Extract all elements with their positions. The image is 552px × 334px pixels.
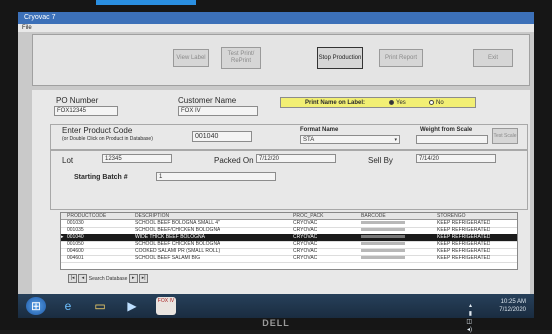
print-name-yes[interactable]: Yes bbox=[389, 100, 406, 106]
menu-bar: File bbox=[18, 24, 534, 32]
grid-header: PRODUCTCODE DESCRIPTION PROC_PACK BARCOD… bbox=[61, 213, 517, 220]
print-name-panel: Print Name on Label: Yes No bbox=[280, 97, 476, 108]
product-code-label: Enter Product Code bbox=[62, 126, 133, 135]
chevron-down-icon[interactable]: ▾ bbox=[394, 136, 397, 143]
clock-date: 7/12/2020 bbox=[499, 307, 526, 313]
stop-production-button[interactable]: Stop Production bbox=[317, 47, 363, 69]
media-player-icon[interactable]: ▶ bbox=[122, 297, 142, 315]
product-code-field[interactable]: 001040 bbox=[192, 131, 252, 142]
cell-description: SCHOOL BEEF SALAMI BIG bbox=[135, 255, 201, 261]
cell-barcode-blurred bbox=[361, 234, 405, 241]
product-code-hint: (or Double Click on Product in Database) bbox=[62, 136, 153, 142]
last-record-icon[interactable]: ▸| bbox=[139, 274, 149, 283]
print-name-label: Print Name on Label: bbox=[305, 100, 366, 106]
details-section bbox=[50, 150, 528, 210]
start-button-icon[interactable]: ⊞ bbox=[26, 297, 46, 315]
cell-product-code: 001035 bbox=[67, 227, 84, 233]
windows-taskbar: ⊞ e ▭ ▶ FOX IV ▴ ▮ ◫ ◂) 10:25 AM 7/12/20… bbox=[18, 294, 534, 333]
col-storengo[interactable]: STORENGO bbox=[437, 213, 466, 219]
system-tray[interactable]: ▴ ▮ ◫ ◂) 10:25 AM 7/12/2020 bbox=[466, 298, 526, 333]
cell-barcode-blurred bbox=[361, 241, 405, 248]
cell-product-code: 004600 bbox=[67, 248, 84, 254]
cell-storengo: KEEP REFRIGERATED bbox=[437, 241, 491, 247]
print-report-button[interactable]: Print Report bbox=[379, 49, 423, 67]
cell-proc-pack: CRYOVAC bbox=[293, 241, 318, 247]
customer-name-field[interactable]: FOX IV bbox=[178, 106, 258, 116]
format-name-label: Format Name bbox=[300, 127, 339, 133]
col-description[interactable]: DESCRIPTION bbox=[135, 213, 169, 219]
cell-storengo: KEEP REFRIGERATED bbox=[437, 234, 491, 240]
weight-from-scale-label: Weight from Scale bbox=[420, 127, 473, 133]
cell-description: SCHOOL BEEF CHICKEN BOLOGNA bbox=[135, 241, 221, 247]
cell-description: SCHOOL BEEF/CHICKEN BOLOGNA bbox=[135, 227, 221, 233]
cell-proc-pack: CRYOVAC bbox=[293, 255, 318, 261]
file-explorer-icon[interactable]: ▭ bbox=[90, 297, 110, 315]
menu-file[interactable]: File bbox=[22, 25, 32, 31]
format-name-select[interactable]: STA ▾ bbox=[300, 135, 400, 144]
cell-product-code: 001030 bbox=[67, 220, 84, 226]
screen-glare bbox=[96, 0, 196, 5]
col-productcode[interactable]: PRODUCTCODE bbox=[67, 213, 106, 219]
table-row[interactable]: 004601 SCHOOL BEEF SALAMI BIG CRYOVAC KEEP … bbox=[61, 255, 517, 263]
fox-iv-app-icon[interactable]: FOX IV bbox=[156, 297, 176, 315]
cell-description: WIDE THICK BEEF BOLOGNA bbox=[135, 234, 205, 240]
first-record-icon[interactable]: |◂ bbox=[68, 274, 77, 283]
prev-record-icon[interactable]: ◂ bbox=[78, 274, 88, 283]
grid-navigator: |◂ ◂ Search Database ▸ ▸| bbox=[68, 274, 149, 283]
window-title-bar: Cryovac 7 bbox=[18, 12, 534, 24]
cell-storengo: KEEP REFRIGERATED bbox=[437, 255, 491, 261]
print-name-no[interactable]: No bbox=[429, 100, 444, 106]
customer-name-label: Customer Name bbox=[178, 96, 237, 105]
monitor-bezel: Cryovac 7 File View Label Test Print/ Re… bbox=[0, 0, 552, 333]
next-record-icon[interactable]: ▸ bbox=[128, 274, 138, 283]
radio-yes-icon[interactable] bbox=[389, 100, 394, 105]
cell-storengo: KEEP REFRIGERATED bbox=[437, 227, 491, 233]
weight-field[interactable] bbox=[416, 135, 488, 144]
po-number-field[interactable]: FOX12345 bbox=[54, 106, 118, 116]
po-number-label: PO Number bbox=[56, 96, 99, 105]
cell-product-code: 001050 bbox=[67, 241, 84, 247]
row-pointer-icon: ▸ bbox=[61, 234, 64, 240]
toolbar: View Label Test Print/ RePrint Stop Prod… bbox=[32, 34, 530, 86]
col-barcode[interactable]: BARCODE bbox=[361, 213, 386, 219]
search-database-label: Search Database bbox=[88, 275, 128, 282]
cell-proc-pack: CRYOVAC bbox=[293, 227, 318, 233]
exit-button[interactable]: Exit bbox=[473, 49, 513, 67]
cell-proc-pack: CRYOVAC bbox=[293, 220, 318, 226]
col-proc-pack[interactable]: PROC_PACK bbox=[293, 213, 323, 219]
dell-logo: DELL bbox=[262, 318, 290, 328]
cell-proc-pack: CRYOVAC bbox=[293, 234, 318, 240]
product-grid[interactable]: PRODUCTCODE DESCRIPTION PROC_PACK BARCOD… bbox=[60, 212, 518, 270]
internet-explorer-icon[interactable]: e bbox=[58, 297, 78, 315]
app-screen: Cryovac 7 File View Label Test Print/ Re… bbox=[18, 12, 534, 302]
cell-barcode-blurred bbox=[361, 227, 405, 234]
cell-product-code: 001040 bbox=[67, 234, 84, 240]
cell-description: COOKED SALAMI PR (SMALL ROLL) bbox=[135, 248, 221, 254]
view-label-button[interactable]: View Label bbox=[173, 49, 209, 67]
cell-product-code: 004601 bbox=[67, 255, 84, 261]
cell-proc-pack: CRYOVAC bbox=[293, 248, 318, 254]
cell-storengo: KEEP REFRIGERATED bbox=[437, 248, 491, 254]
test-scale-button[interactable]: Test Scale bbox=[492, 128, 518, 144]
cell-description: SCHOOL BEEF BOLOGNA SMALL 4" bbox=[135, 220, 220, 226]
cell-storengo: KEEP REFRIGERATED bbox=[437, 220, 491, 226]
test-print-button[interactable]: Test Print/ RePrint bbox=[221, 47, 261, 69]
production-form: PO Number FOX12345 Customer Name FOX IV … bbox=[32, 90, 530, 302]
cell-barcode-blurred bbox=[361, 220, 405, 227]
cell-barcode-blurred bbox=[361, 255, 405, 262]
cell-barcode-blurred bbox=[361, 248, 405, 255]
clock-time: 10:25 AM bbox=[500, 299, 526, 305]
radio-no-icon[interactable] bbox=[429, 100, 434, 105]
